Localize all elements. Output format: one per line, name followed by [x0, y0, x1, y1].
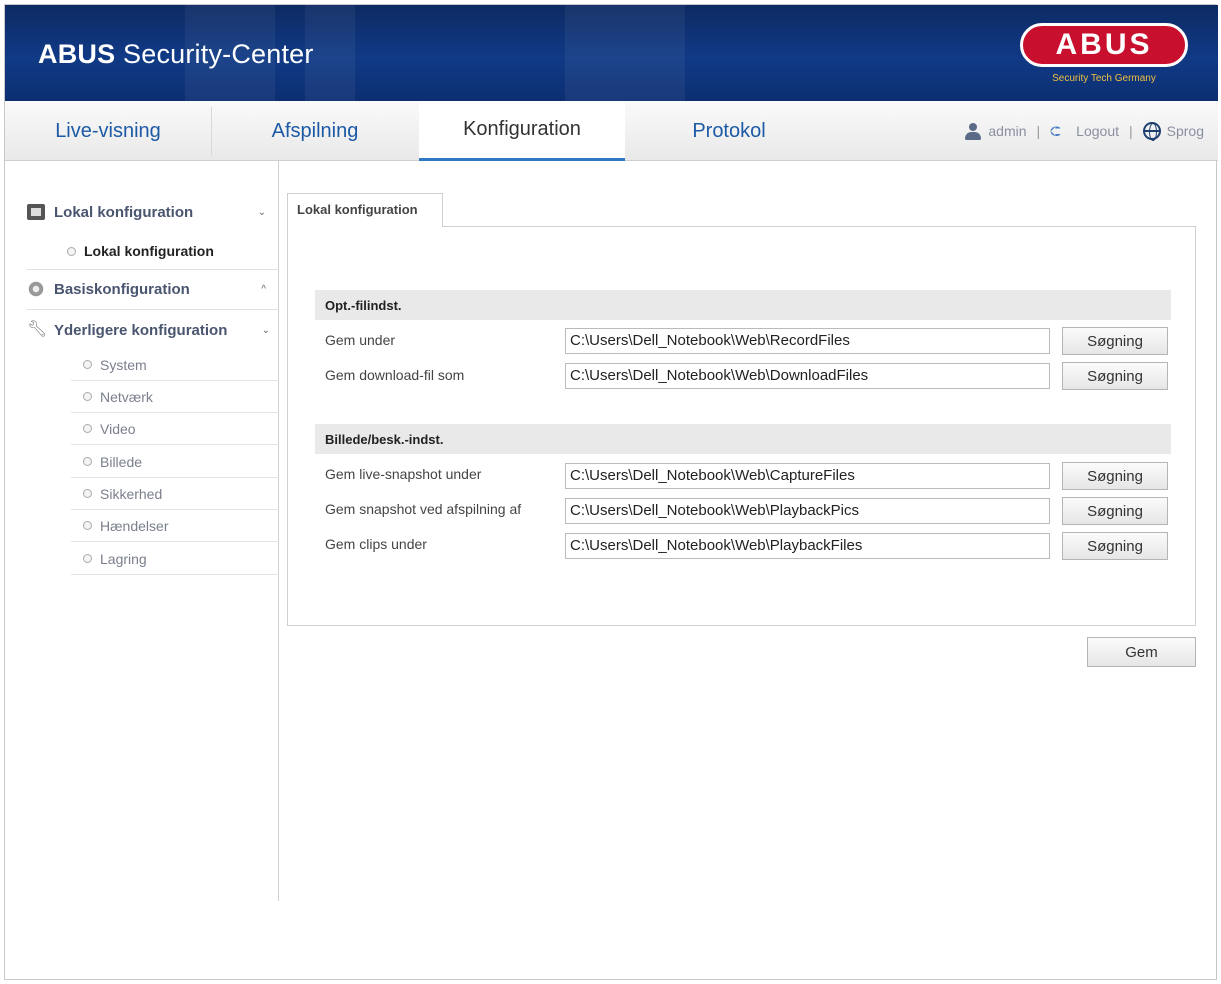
download-path-input[interactable]: C:\Users\Dell_Notebook\Web\DownloadFiles [565, 363, 1050, 389]
bullet-icon [83, 521, 92, 530]
language-button[interactable]: Sprog [1142, 122, 1204, 141]
sidebar-item-label: Billede [100, 453, 143, 470]
bullet-icon [83, 489, 92, 498]
section-header-record-files: Opt.-filindst. [315, 290, 1171, 320]
separator: | [1129, 123, 1133, 139]
sidebar-item-label: Sikkerhed [100, 485, 163, 502]
sidebar-group-local-config[interactable]: Lokal konfiguration ⌄ [27, 194, 272, 230]
bullet-icon [83, 424, 92, 433]
logout-icon: ⮈ [1050, 123, 1061, 139]
banner-streak [565, 5, 685, 101]
tab-live-view[interactable]: Live-visning [5, 101, 211, 161]
browse-button[interactable]: Søgning [1062, 497, 1168, 525]
sidebar-item-security[interactable]: Sikkerhed [71, 478, 279, 510]
live-snapshot-path-input[interactable]: C:\Users\Dell_Notebook\Web\CaptureFiles [565, 463, 1050, 489]
chevron-down-icon: ⌄ [261, 324, 270, 336]
config-panel: Opt.-filindst. Gem under C:\Users\Dell_N… [287, 226, 1196, 626]
bullet-icon [83, 457, 92, 466]
bullet-icon [83, 392, 92, 401]
sidebar-item-storage[interactable]: Lagring [71, 543, 279, 575]
browse-button[interactable]: Søgning [1062, 362, 1168, 390]
globe-icon [1142, 122, 1161, 141]
separator: | [1036, 123, 1041, 139]
header-banner: ABUS Security-Center ABUS Security Tech … [5, 5, 1218, 101]
chevron-down-icon: ⌄ [257, 206, 266, 218]
section-header-snapshot: Billede/besk.-indst. [315, 424, 1171, 454]
user-name: admin [988, 123, 1027, 139]
bullet-icon [67, 246, 76, 256]
field-label: Gem snapshot ved afspilning af [325, 501, 522, 517]
main-nav: Live-visning Afspilning Konfiguration Pr… [5, 101, 1218, 161]
tab-playback[interactable]: Afspilning [211, 101, 419, 161]
save-path-input[interactable]: C:\Users\Dell_Notebook\Web\RecordFiles [565, 328, 1050, 354]
user-bar: admin | ⮈ Logout | Sprog [964, 101, 1204, 161]
logout-label: Logout [1076, 123, 1119, 139]
browse-button[interactable]: Søgning [1062, 462, 1168, 490]
brand-bold: ABUS [38, 39, 116, 69]
browse-button[interactable]: Søgning [1062, 327, 1168, 355]
sidebar-item-events[interactable]: Hændelser [71, 510, 279, 542]
sidebar-item-label: Netværk [100, 388, 153, 405]
wrench-icon: 🔧︎ [27, 321, 48, 338]
sidebar-group-basic-config[interactable]: Basiskonfiguration ^ [27, 271, 272, 307]
bullet-icon [83, 360, 92, 369]
sidebar-group-label: Yderligere konfiguration [54, 321, 228, 339]
sidebar-item-label: System [100, 356, 147, 373]
save-button[interactable]: Gem [1087, 637, 1196, 667]
sidebar-item-label: Video [100, 420, 136, 437]
abus-logo: ABUS Security Tech Germany [1020, 23, 1188, 89]
sidebar-item-label: Hændelser [100, 517, 169, 534]
folder-icon [27, 204, 45, 220]
tab-protocol[interactable]: Protokol [625, 101, 833, 161]
sidebar-item-system[interactable]: System [71, 349, 279, 381]
sidebar-group-advanced-config[interactable]: 🔧︎ Yderligere konfiguration ⌄ [27, 312, 272, 348]
field-label: Gem clips under [325, 536, 427, 552]
sidebar-item-label: Lagring [100, 550, 147, 567]
logo-text: ABUS [1055, 28, 1153, 61]
gear-icon [27, 281, 45, 297]
field-label: Gem under [325, 332, 396, 348]
user-menu[interactable]: admin [964, 122, 1027, 140]
language-label: Sprog [1166, 123, 1204, 139]
bullet-icon [83, 554, 92, 563]
tab-configuration[interactable]: Konfiguration [419, 101, 625, 161]
brand-rest: Security-Center [115, 39, 314, 69]
logout-button[interactable]: ⮈ Logout [1050, 123, 1119, 139]
field-label: Gem live-snapshot under [325, 466, 482, 482]
sidebar-item-local-config[interactable]: Lokal konfiguration [55, 235, 263, 267]
app-window: ABUS Security-Center ABUS Security Tech … [4, 4, 1218, 980]
app-title: ABUS Security-Center [38, 39, 314, 70]
divider [27, 269, 279, 270]
tab-local-config[interactable]: Lokal konfiguration [287, 193, 443, 227]
sidebar-item-label: Lokal konfiguration [84, 243, 214, 259]
sidebar-group-label: Basiskonfiguration [54, 280, 190, 298]
playback-snapshot-path-input[interactable]: C:\Users\Dell_Notebook\Web\PlaybackPics [565, 498, 1050, 524]
logo-oval: ABUS [1020, 23, 1188, 67]
clips-path-input[interactable]: C:\Users\Dell_Notebook\Web\PlaybackFiles [565, 533, 1050, 559]
chevron-up-icon: ^ [261, 283, 266, 295]
browse-button[interactable]: Søgning [1062, 532, 1168, 560]
sidebar-group-label: Lokal konfiguration [54, 203, 194, 221]
sidebar-item-video[interactable]: Video [71, 413, 279, 445]
divider [27, 309, 279, 310]
user-icon [964, 122, 982, 140]
sidebar-item-network[interactable]: Netværk [71, 381, 279, 413]
sidebar-item-image[interactable]: Billede [71, 446, 279, 478]
sidebar: Lokal konfiguration ⌄ Lokal konfiguratio… [5, 161, 279, 901]
field-label: Gem download-fil som [325, 367, 465, 383]
logo-tagline: Security Tech Germany [1052, 73, 1156, 84]
